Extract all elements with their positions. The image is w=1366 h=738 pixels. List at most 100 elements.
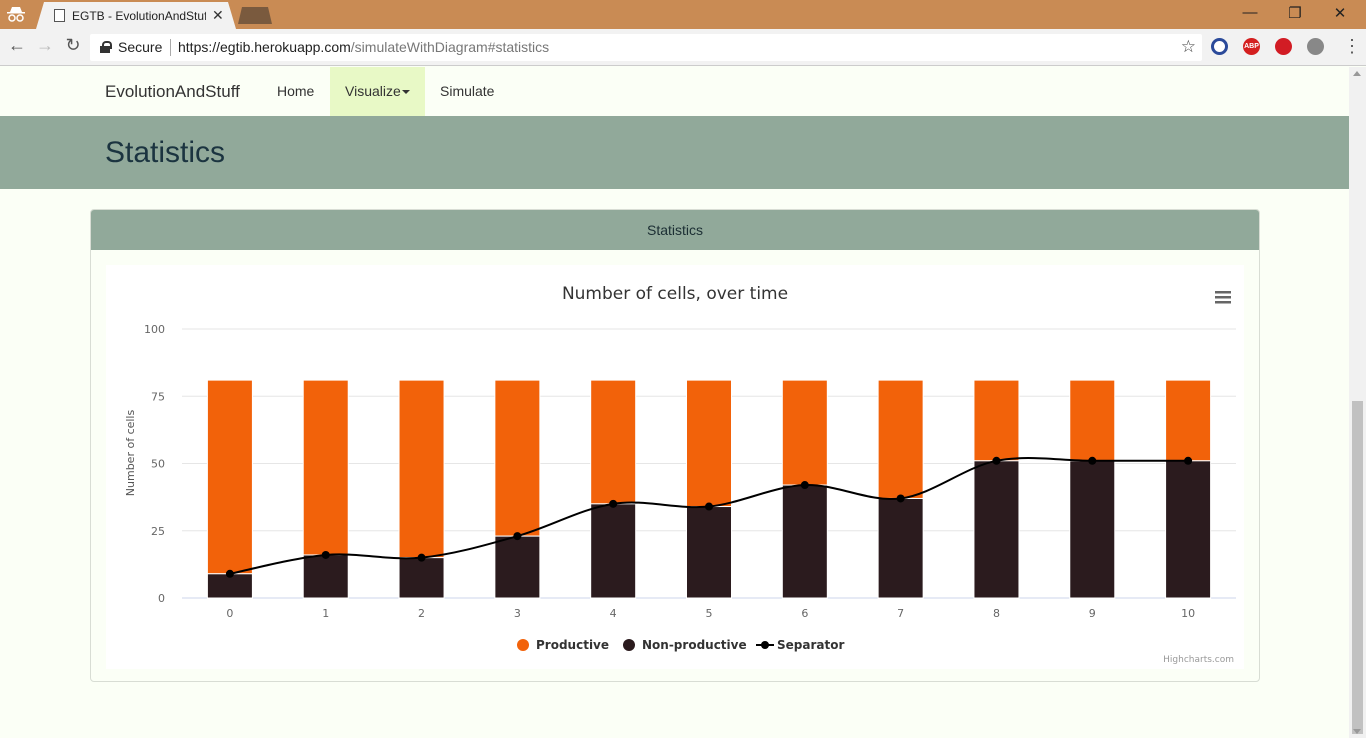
non-productive-bar — [1069, 460, 1116, 599]
non-productive-bar — [302, 554, 349, 599]
chart-context-menu-icon[interactable] — [1215, 291, 1231, 304]
legend-symbol-point — [761, 641, 769, 649]
non-productive-bar — [686, 506, 732, 599]
incognito-icon — [6, 6, 26, 24]
legend-symbol — [623, 639, 635, 651]
separator-point — [992, 456, 1001, 465]
separator-point — [1088, 456, 1097, 465]
productive-bar — [590, 379, 637, 505]
separator-point — [417, 553, 426, 562]
legend-symbol — [517, 639, 529, 651]
statistics-panel: Statistics Number of cells, over time Nu… — [90, 209, 1260, 682]
browser-tab[interactable]: EGTB - EvolutionAndStuf ✕ — [36, 2, 236, 29]
tab-title: EGTB - EvolutionAndStuf — [72, 9, 206, 23]
url-path: /simulateWithDiagram#statistics — [350, 39, 550, 55]
x-tick-label: 5 — [706, 607, 713, 620]
close-window-icon[interactable]: ✕ — [1330, 4, 1350, 22]
non-productive-bar — [494, 535, 541, 599]
page-title: Statistics — [105, 136, 226, 169]
ublock-extension-icon[interactable] — [1275, 38, 1292, 55]
cells-chart: Number of cells, over time Number of cel… — [124, 284, 1236, 665]
address-divider — [170, 39, 171, 56]
new-tab-button[interactable] — [238, 7, 272, 24]
productive-bar — [877, 379, 924, 499]
legend-item[interactable]: Non-productive — [623, 638, 747, 652]
y-tick-label: 75 — [151, 390, 165, 403]
y-axis-ticks: 0 25 50 75 100 — [144, 323, 165, 605]
y-tick-label: 50 — [151, 458, 165, 471]
bar-series — [206, 379, 1212, 599]
lock-icon — [100, 41, 112, 53]
highcharts-credits[interactable]: Highcharts.com — [1163, 655, 1234, 665]
nav-home[interactable]: Home — [262, 67, 329, 116]
productive-bar — [781, 379, 828, 486]
address-bar[interactable]: Secure https://egtib.herokuapp.com/simul… — [90, 34, 1202, 61]
legend-label: Productive — [536, 638, 609, 652]
extension-blocker-icon[interactable] — [1211, 38, 1228, 55]
page-header: Statistics — [0, 116, 1349, 189]
x-tick-label: 0 — [226, 607, 233, 620]
browser-toolbar: ← → ↻ Secure https://egtib.herokuapp.com… — [0, 29, 1366, 66]
adblock-extension-icon[interactable]: ABP — [1243, 38, 1260, 55]
nav-visualize-dropdown[interactable]: Visualize — [330, 67, 425, 116]
reload-icon[interactable]: ↻ — [62, 35, 84, 56]
non-productive-bar — [1165, 460, 1212, 599]
nav-simulate[interactable]: Simulate — [425, 67, 509, 116]
browser-tab-strip: EGTB - EvolutionAndStuf ✕ — ❐ ✕ — [0, 0, 1366, 29]
caret-down-icon — [401, 90, 410, 95]
url-text: https://egtib.herokuapp.com/simulateWith… — [178, 39, 549, 55]
url-host: https://egtib.herokuapp.com — [178, 39, 351, 55]
brand-link[interactable]: EvolutionAndStuff — [105, 82, 240, 102]
separator-point — [1184, 456, 1193, 465]
nav-visualize-label: Visualize — [345, 83, 401, 99]
x-tick-label: 9 — [1089, 607, 1096, 620]
non-productive-bar — [781, 484, 828, 599]
x-tick-label: 7 — [897, 607, 904, 620]
productive-bar — [686, 379, 732, 508]
productive-bar — [973, 379, 1020, 462]
browser-menu-icon[interactable]: ⋮ — [1343, 36, 1361, 57]
secure-label: Secure — [118, 39, 163, 55]
productive-bar — [302, 379, 349, 556]
x-tick-label: 1 — [322, 607, 329, 620]
y-tick-label: 100 — [144, 323, 165, 336]
legend-item[interactable]: Productive — [517, 638, 609, 652]
y-tick-label: 25 — [151, 525, 165, 538]
separator-point — [609, 499, 618, 508]
page-scrollbar[interactable] — [1349, 67, 1366, 738]
close-tab-icon[interactable]: ✕ — [212, 7, 224, 24]
productive-bar — [206, 379, 253, 575]
productive-bar — [1069, 379, 1116, 462]
non-productive-bar — [973, 460, 1020, 599]
separator-point — [321, 550, 330, 559]
minimize-icon[interactable]: — — [1240, 4, 1260, 21]
x-tick-label: 10 — [1181, 607, 1195, 620]
panel-title: Statistics — [91, 210, 1259, 250]
bookmark-star-icon[interactable]: ☆ — [1181, 37, 1196, 57]
page-favicon-icon — [54, 9, 65, 22]
forward-icon[interactable]: → — [34, 35, 56, 56]
scrollbar-thumb[interactable] — [1352, 401, 1363, 734]
non-productive-bar — [590, 503, 637, 599]
x-axis-ticks: 0 1 2 3 4 5 6 7 8 9 10 — [226, 607, 1195, 620]
separator-point — [225, 569, 234, 578]
scroll-up-arrow-icon[interactable] — [1353, 71, 1361, 76]
legend-item[interactable]: Separator — [756, 638, 844, 652]
restore-icon[interactable]: ❐ — [1285, 4, 1305, 22]
non-productive-bar — [398, 557, 445, 599]
x-tick-label: 3 — [514, 607, 521, 620]
productive-bar — [494, 379, 541, 537]
chart-container: Number of cells, over time Number of cel… — [106, 265, 1244, 669]
separator-point — [896, 494, 905, 503]
globe-extension-icon[interactable] — [1307, 38, 1324, 55]
y-axis-label: Number of cells — [124, 410, 137, 497]
non-productive-bar — [877, 497, 924, 599]
back-icon[interactable]: ← — [6, 35, 28, 56]
scroll-down-arrow-icon[interactable] — [1353, 729, 1361, 734]
productive-bar — [1165, 379, 1212, 462]
site-navbar: EvolutionAndStuff Home Visualize Simulat… — [0, 67, 1349, 116]
legend-label: Separator — [777, 638, 844, 652]
x-tick-label: 4 — [610, 607, 617, 620]
productive-bar — [398, 379, 445, 559]
separator-point — [800, 481, 809, 490]
